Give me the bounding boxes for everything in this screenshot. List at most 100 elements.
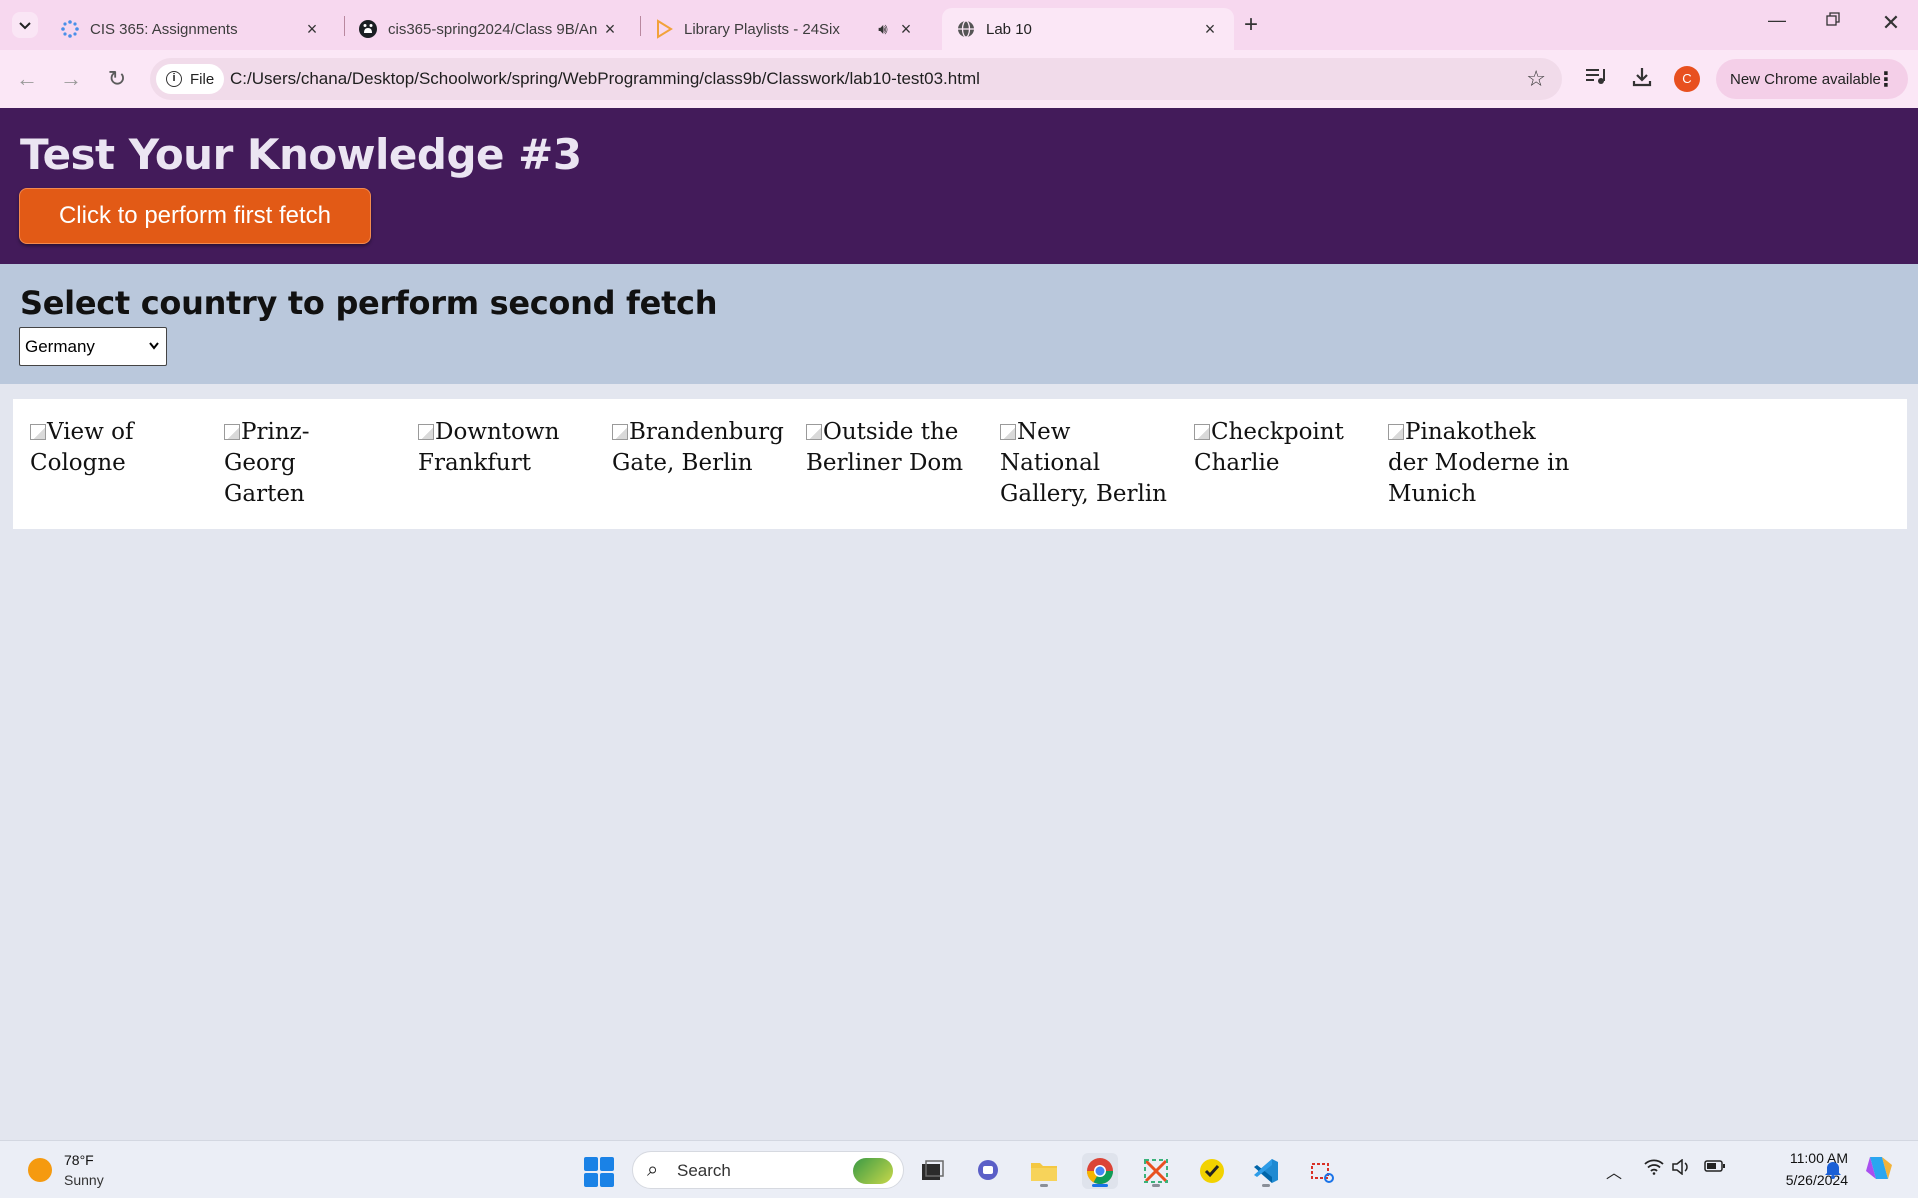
snip-sketch-icon[interactable] — [1304, 1153, 1340, 1189]
image-alt-text: Brandenburg Gate, Berlin — [612, 419, 784, 476]
first-fetch-button[interactable]: Click to perform first fetch — [19, 188, 371, 244]
teams-chat-icon[interactable] — [970, 1153, 1006, 1189]
profile-avatar[interactable]: C — [1674, 66, 1700, 92]
taskbar-search-label: Search — [677, 1161, 731, 1180]
download-icon[interactable] — [1628, 66, 1656, 94]
update-label: New Chrome available — [1730, 70, 1881, 88]
close-icon[interactable]: × — [302, 19, 322, 40]
address-bar[interactable]: i File C:/Users/chana/Desktop/Schoolwork… — [150, 58, 1562, 100]
task-view-icon[interactable] — [914, 1153, 950, 1189]
gallery-image: Pinakothek der Moderne in Munich — [1388, 417, 1573, 510]
site-info-chip[interactable]: i File — [156, 64, 225, 94]
sun-icon[interactable] — [28, 1158, 52, 1182]
broken-image-icon — [30, 424, 46, 440]
tab-title: CIS 365: Assignments — [90, 20, 238, 38]
page-header: Test Your Knowledge #3 Click to perform … — [0, 108, 1918, 264]
gallery-image: Downtown Frankfurt — [418, 417, 568, 479]
broken-image-icon — [1194, 424, 1210, 440]
tab-github[interactable]: cis365-spring2024/Class 9B/An × — [344, 8, 634, 50]
weather-condition[interactable]: Sunny — [64, 1172, 104, 1188]
page-content: Test Your Knowledge #3 Click to perform … — [0, 108, 1918, 1140]
search-highlight-icon — [853, 1158, 893, 1184]
gallery-image: Prinz-Georg Garten — [224, 417, 374, 510]
forward-button[interactable]: → — [56, 64, 86, 94]
todo-check-icon[interactable] — [1194, 1153, 1230, 1189]
gallery-image: New National Gallery, Berlin — [1000, 417, 1175, 510]
snipping-tool-icon[interactable] — [1138, 1153, 1174, 1189]
chevron-down-icon — [148, 328, 160, 379]
minimize-button[interactable]: — — [1762, 10, 1792, 31]
back-button[interactable]: ← — [12, 64, 42, 94]
tab-title: Library Playlists - 24Six — [684, 20, 840, 38]
windows-start-icon[interactable] — [584, 1157, 614, 1187]
broken-image-icon — [418, 424, 434, 440]
gallery-image: View of Cologne — [30, 417, 220, 479]
info-icon: i — [166, 71, 182, 87]
image-alt-text: Pinakothek der Moderne in Munich — [1388, 419, 1570, 507]
broken-image-icon — [1000, 424, 1016, 440]
battery-icon[interactable] — [1704, 1159, 1726, 1178]
media-control-icon[interactable] — [1582, 66, 1610, 92]
weather-temp[interactable]: 78°F — [64, 1152, 94, 1168]
copilot-icon[interactable] — [1864, 1153, 1894, 1188]
tab-lab10[interactable]: Lab 10 × — [942, 8, 1234, 50]
tab-strip: CIS 365: Assignments × cis365-spring2024… — [0, 0, 1918, 50]
broken-image-icon — [612, 424, 628, 440]
notification-bell-icon[interactable] — [1824, 1159, 1842, 1184]
broken-image-icon — [806, 424, 822, 440]
speaker-icon[interactable]: 🔊︎ — [870, 21, 896, 38]
play-icon — [654, 19, 674, 39]
canvas-icon — [60, 19, 80, 39]
tab-title: Lab 10 — [986, 20, 1032, 38]
taskbar-search[interactable]: ⌕ Search — [632, 1151, 904, 1189]
gallery-image: Outside the Berliner Dom — [806, 417, 966, 479]
chrome-update-button[interactable]: New Chrome available ⋮ — [1716, 59, 1908, 99]
close-icon[interactable]: × — [896, 19, 916, 40]
app-running-indicator — [1262, 1184, 1270, 1187]
tab-24six-playlists[interactable]: Library Playlists - 24Six 🔊︎ × — [640, 8, 930, 50]
image-alt-text: Downtown Frankfurt — [418, 419, 560, 476]
country-select-section: Select country to perform second fetch G… — [0, 264, 1918, 384]
reload-button[interactable]: ↻ — [102, 64, 132, 94]
close-window-button[interactable]: ✕ — [1876, 10, 1906, 36]
country-select[interactable]: Germany — [19, 327, 167, 366]
globe-icon — [956, 19, 976, 39]
broken-image-icon — [224, 424, 240, 440]
start-tile — [600, 1173, 614, 1187]
volume-icon[interactable] — [1672, 1158, 1690, 1180]
select-heading: Select country to perform second fetch — [20, 284, 718, 322]
chevron-up-icon[interactable]: ︿ — [1606, 1159, 1622, 1183]
scheme-label: File — [190, 70, 215, 88]
browser-toolbar: ← → ↻ i File C:/Users/chana/Desktop/Scho… — [0, 50, 1918, 108]
tab-title: cis365-spring2024/Class 9B/An — [388, 20, 598, 38]
image-alt-text: Outside the Berliner Dom — [806, 419, 964, 476]
chrome-icon[interactable] — [1082, 1153, 1118, 1189]
broken-image-icon — [1388, 424, 1404, 440]
start-tile — [584, 1173, 598, 1187]
restore-button[interactable] — [1818, 10, 1848, 31]
windows-taskbar: 78°F Sunny ⌕ Search ︿ 11:00 AM 5/26/2024 — [0, 1140, 1918, 1198]
new-tab-button[interactable]: + — [1244, 12, 1258, 38]
restore-icon — [1826, 12, 1840, 26]
github-icon — [358, 19, 378, 39]
image-gallery: View of Cologne Prinz-Georg Garten Downt… — [13, 399, 1907, 529]
wifi-icon[interactable] — [1644, 1159, 1664, 1180]
close-icon[interactable]: × — [1200, 19, 1220, 40]
close-icon[interactable]: × — [600, 19, 620, 40]
app-running-indicator — [1040, 1184, 1048, 1187]
tab-search-button[interactable] — [12, 12, 38, 38]
app-running-indicator — [1152, 1184, 1160, 1187]
more-menu-icon[interactable]: ⋮ — [1876, 67, 1896, 92]
bookmark-star-icon[interactable]: ☆ — [1526, 66, 1546, 92]
file-explorer-icon[interactable] — [1026, 1153, 1062, 1189]
chevron-down-icon — [19, 22, 31, 30]
gallery-image: Checkpoint Charlie — [1194, 417, 1344, 479]
gallery-image: Brandenburg Gate, Berlin — [612, 417, 787, 479]
url-text[interactable]: C:/Users/chana/Desktop/Schoolwork/spring… — [230, 69, 980, 89]
vscode-icon[interactable] — [1248, 1153, 1284, 1189]
start-tile — [600, 1157, 614, 1171]
country-select-value: Germany — [25, 337, 95, 356]
tab-cis365-assignments[interactable]: CIS 365: Assignments × — [46, 8, 336, 50]
search-icon: ⌕ — [647, 1159, 659, 1181]
app-running-indicator — [1092, 1184, 1108, 1187]
